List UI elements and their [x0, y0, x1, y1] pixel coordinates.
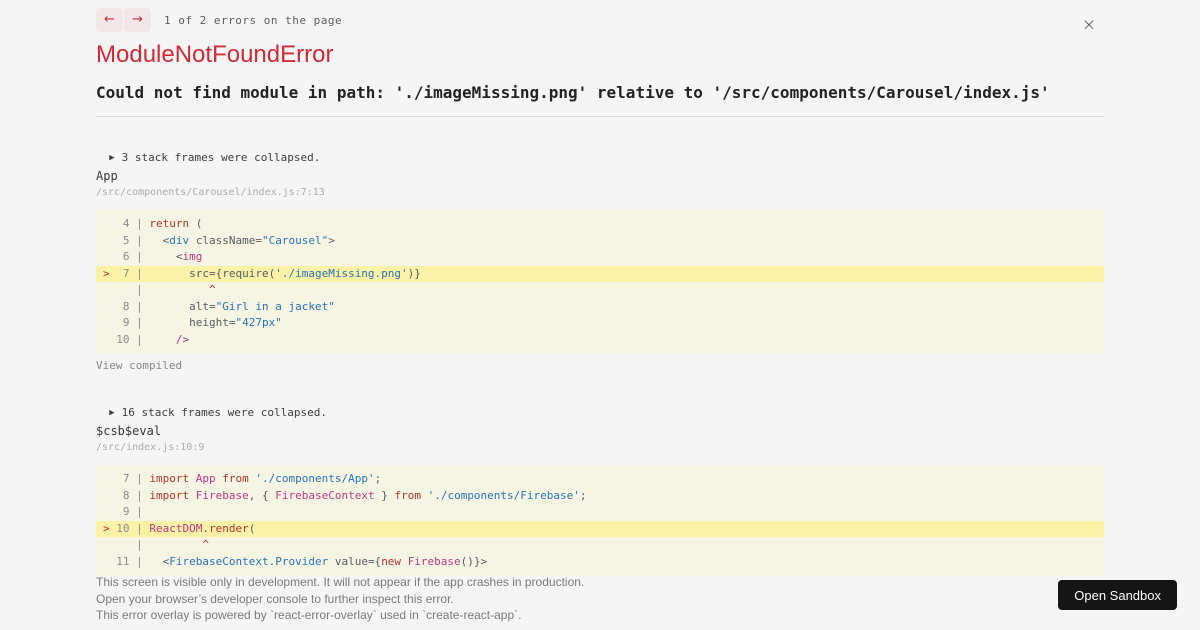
- collapsed-frames-toggle-2[interactable]: ▶ 16 stack frames were collapsed.: [96, 393, 327, 419]
- left-arrow-icon: ←: [104, 12, 115, 27]
- error-message: Could not find module in path: './imageM…: [96, 83, 1050, 102]
- code-snippet-carousel: 4 | return ( 5 | <div className="Carouse…: [96, 210, 1104, 354]
- triangle-right-icon: ▶: [109, 153, 115, 163]
- code-line: | ^: [116, 283, 216, 296]
- stack-frame-function: $csb$eval: [96, 424, 162, 438]
- code-line: 5 | <div className="Carousel">: [116, 233, 335, 247]
- error-pagination: ← → 1 of 2 errors on the page: [96, 8, 342, 32]
- next-error-button[interactable]: →: [124, 8, 151, 32]
- stack-frame-function: App: [96, 169, 118, 183]
- stack-frame-location: /src/index.js:10:9: [96, 442, 205, 453]
- footer-note: This error overlay is powered by `react-…: [96, 608, 522, 622]
- code-line: 10 | />: [116, 332, 190, 346]
- collapsed-frames-toggle-1[interactable]: ▶ 3 stack frames were collapsed.: [96, 138, 320, 164]
- view-compiled-link[interactable]: View compiled: [96, 359, 182, 372]
- close-overlay-button[interactable]: ×: [1076, 12, 1102, 38]
- code-line: 9 |: [116, 505, 150, 518]
- error-counter: 1 of 2 errors on the page: [164, 13, 343, 27]
- triangle-right-icon: ▶: [109, 408, 115, 418]
- code-line: 7 | import App from './components/App';: [116, 472, 382, 485]
- code-line: 6 | <img: [116, 250, 203, 263]
- close-icon: ×: [1081, 15, 1097, 35]
- divider: [96, 116, 1104, 117]
- code-snippet-index: 7 | import App from './components/App'; …: [96, 465, 1104, 576]
- footer-note: This screen is visible only in developme…: [96, 575, 585, 589]
- code-line: 11 | <FirebaseContext.Provider value={ne…: [116, 554, 488, 568]
- code-line: > 10 | ReactDOM.render(: [96, 520, 1104, 537]
- stack-frame-location: /src/components/Carousel/index.js:7:13: [96, 187, 325, 198]
- code-line: 8 | import Firebase, { FirebaseContext }…: [116, 488, 587, 502]
- code-line: | ^: [116, 538, 209, 551]
- collapsed-frames-label: 3 stack frames were collapsed.: [121, 151, 321, 164]
- previous-error-button[interactable]: ←: [96, 8, 123, 32]
- footer-note: Open your browser’s developer console to…: [96, 591, 454, 606]
- collapsed-frames-label: 16 stack frames were collapsed.: [121, 406, 327, 419]
- error-title: ModuleNotFoundError: [96, 41, 334, 68]
- open-sandbox-button[interactable]: Open Sandbox: [1058, 580, 1177, 610]
- code-line: 4 | return (: [116, 217, 203, 230]
- dev-footer: This screen is visible only in developme…: [96, 574, 996, 624]
- code-line: 8 | alt="Girl in a jacket": [116, 299, 335, 313]
- code-line: > 7 | src={require('./imageMissing.png')…: [96, 265, 1104, 282]
- right-arrow-icon: →: [132, 12, 143, 27]
- code-line: 9 | height="427px": [116, 316, 282, 329]
